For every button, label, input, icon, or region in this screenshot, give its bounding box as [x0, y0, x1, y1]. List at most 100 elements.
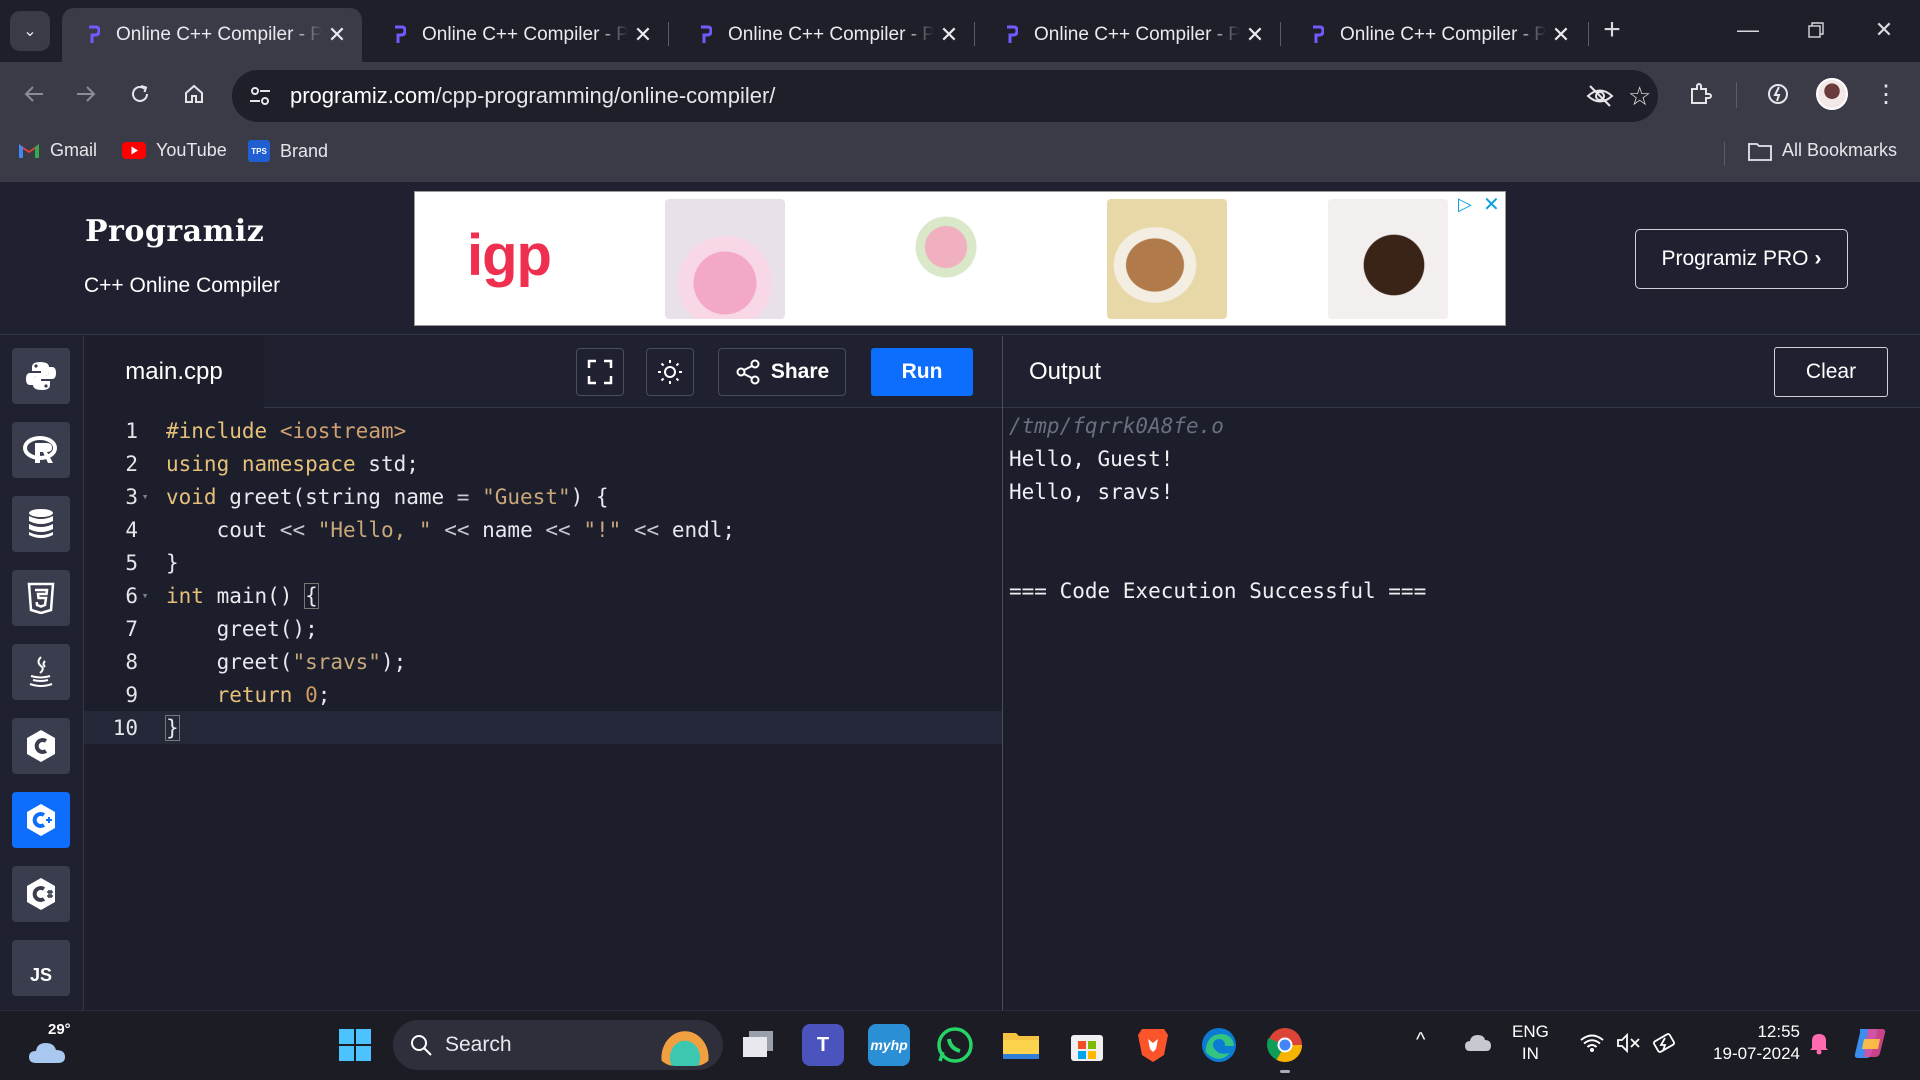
browser-tab-4[interactable]: Online C++ Compiler - Programiz ✕ — [980, 8, 1280, 62]
page-title: C++ Online Compiler — [84, 274, 281, 297]
file-explorer-app[interactable] — [1000, 1024, 1042, 1066]
close-tab-icon[interactable]: ✕ — [1546, 22, 1576, 48]
browser-tab-1[interactable]: Online C++ Compiler - Programiz ✕ — [62, 8, 362, 62]
weather-widget[interactable]: 29° — [26, 1021, 116, 1071]
back-button[interactable] — [14, 74, 54, 114]
notifications-button[interactable] — [1808, 1031, 1830, 1060]
start-button[interactable] — [334, 1024, 376, 1066]
browser-tab-5[interactable]: Online C++ Compiler - Programiz ✕ — [1286, 8, 1586, 62]
tab-title: Online C++ Compiler - Programiz — [728, 24, 934, 45]
programiz-logo[interactable]: Programiz — [85, 214, 264, 249]
windows-logo-icon — [339, 1029, 371, 1061]
ad-choices-icon[interactable]: ▷ — [1458, 194, 1472, 215]
advertisement-banner[interactable]: igp ▷ ✕ — [414, 191, 1506, 326]
close-tab-icon[interactable]: ✕ — [934, 22, 964, 48]
share-label: Share — [770, 360, 830, 383]
output-line: /tmp/fqrrk0A8fe.o — [1009, 414, 1224, 438]
sidebar-item-r[interactable] — [12, 422, 70, 478]
tab-search-button[interactable]: ⌄ — [10, 11, 50, 51]
bookmark-gmail[interactable]: Gmail — [18, 140, 97, 161]
chevron-right-icon: › — [1814, 247, 1822, 270]
reload-button[interactable] — [120, 74, 160, 114]
performance-button[interactable] — [1758, 74, 1798, 114]
fold-arrow-icon[interactable]: ▾ — [140, 589, 150, 602]
chrome-app[interactable] — [1264, 1024, 1306, 1073]
sidebar-item-html[interactable] — [12, 570, 70, 626]
output-console[interactable]: /tmp/fqrrk0A8fe.o Hello, Guest! Hello, s… — [1009, 410, 1426, 608]
home-button[interactable] — [174, 74, 214, 114]
site-info-icon[interactable] — [246, 82, 274, 115]
output-panel: Output Clear /tmp/fqrrk0A8fe.o Hello, Gu… — [1002, 336, 1920, 1010]
ad-close-icon[interactable]: ✕ — [1483, 192, 1500, 217]
fold-arrow-icon[interactable]: ▾ — [140, 490, 150, 503]
all-bookmarks-button[interactable]: All Bookmarks — [1748, 140, 1897, 161]
new-tab-button[interactable]: + — [1592, 12, 1632, 48]
bookmark-star-icon[interactable]: ☆ — [1628, 81, 1651, 112]
share-button[interactable]: Share — [718, 348, 846, 396]
onedrive-tray[interactable] — [1464, 1033, 1492, 1058]
volume-tray[interactable] — [1616, 1032, 1642, 1058]
wifi-tray[interactable] — [1580, 1033, 1604, 1058]
taskbar-search[interactable]: Search — [393, 1020, 723, 1070]
teams-app[interactable]: T — [802, 1024, 844, 1066]
eye-off-icon[interactable] — [1586, 83, 1614, 114]
address-bar[interactable]: programiz.com/cpp-programming/online-com… — [232, 70, 1658, 122]
url-path: /cpp-programming/online-compiler/ — [435, 83, 776, 108]
battery-tray[interactable] — [1652, 1033, 1678, 1060]
input-language-indicator[interactable]: ENG IN — [1512, 1021, 1549, 1065]
microsoft-store-app[interactable] — [1066, 1024, 1108, 1066]
browser-tab-2[interactable]: Online C++ Compiler - Programiz ✕ — [368, 8, 668, 62]
language-sidebar: JS — [0, 336, 84, 1010]
output-line: === Code Execution Successful === — [1009, 579, 1427, 603]
battery-charging-icon — [1653, 1033, 1675, 1053]
sidebar-item-js[interactable]: JS — [12, 940, 70, 996]
close-tab-icon[interactable]: ✕ — [322, 22, 352, 48]
clear-button[interactable]: Clear — [1774, 347, 1888, 397]
sidebar-item-csharp[interactable] — [12, 866, 70, 922]
task-view-button[interactable] — [737, 1024, 779, 1066]
sidebar-item-cpp[interactable] — [12, 792, 70, 848]
chrome-icon — [1267, 1028, 1302, 1062]
running-indicator — [1280, 1070, 1290, 1073]
programiz-pro-button[interactable]: Programiz PRO › — [1635, 229, 1848, 289]
programiz-favicon-icon — [694, 24, 716, 46]
windows-taskbar: 29° Search T myhp ^ ENG IN 12:55 19-07-2… — [0, 1010, 1920, 1080]
sidebar-item-sql[interactable] — [12, 496, 70, 552]
sidebar-item-python[interactable] — [12, 348, 70, 404]
show-hidden-icons-button[interactable]: ^ — [1416, 1029, 1425, 1052]
line-number: 4 — [125, 517, 138, 542]
myhp-app[interactable]: myhp — [868, 1024, 910, 1066]
close-tab-icon[interactable]: ✕ — [1240, 22, 1270, 48]
code-text: } — [166, 550, 179, 575]
theme-toggle-button[interactable] — [646, 348, 694, 396]
url-text[interactable]: programiz.com/cpp-programming/online-com… — [290, 83, 775, 109]
brave-browser-app[interactable] — [1132, 1024, 1174, 1066]
bookmark-brand[interactable]: TPS Brand — [248, 140, 328, 162]
run-button[interactable]: Run — [871, 348, 973, 396]
cloud-icon — [29, 1043, 65, 1063]
fullscreen-button[interactable] — [576, 348, 624, 396]
minimize-button[interactable]: — — [1728, 12, 1768, 48]
file-tab-main-cpp[interactable]: main.cpp — [84, 336, 264, 408]
copilot-button[interactable] — [1852, 1025, 1888, 1066]
extensions-button[interactable] — [1680, 74, 1720, 114]
browser-tab-3[interactable]: Online C++ Compiler - Programiz ✕ — [674, 8, 974, 62]
sidebar-item-java[interactable] — [12, 644, 70, 700]
code-line: 1 #include <iostream> — [84, 414, 1002, 447]
edge-browser-app[interactable] — [1198, 1024, 1240, 1066]
java-icon — [29, 656, 53, 687]
whatsapp-app[interactable] — [934, 1024, 976, 1066]
all-bookmarks-label: All Bookmarks — [1782, 140, 1898, 160]
code-editor[interactable]: 1 #include <iostream> 2 using namespace … — [84, 408, 1002, 1010]
close-tab-icon[interactable]: ✕ — [628, 22, 658, 48]
bookmark-youtube[interactable]: YouTube — [122, 140, 227, 161]
line-number: 6 — [125, 583, 138, 608]
restore-button[interactable] — [1796, 12, 1836, 48]
browser-menu-button[interactable]: ⋮ — [1866, 74, 1906, 114]
sidebar-item-c[interactable] — [12, 718, 70, 774]
code-text: void greet(string name = "Guest") { — [166, 484, 609, 509]
profile-button[interactable] — [1812, 74, 1852, 114]
close-window-button[interactable]: ✕ — [1864, 12, 1904, 48]
forward-button[interactable] — [66, 74, 106, 114]
clock[interactable]: 12:55 19-07-2024 — [1700, 1021, 1800, 1065]
